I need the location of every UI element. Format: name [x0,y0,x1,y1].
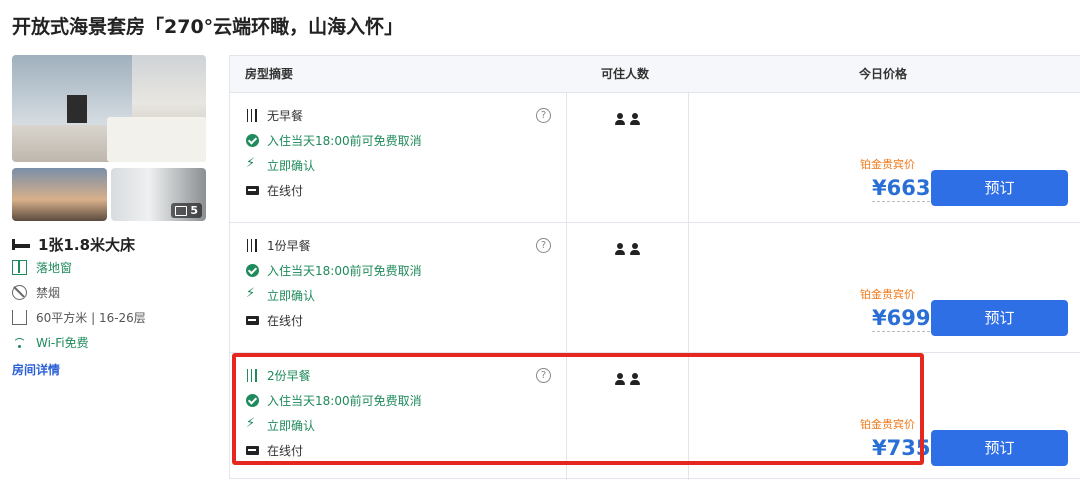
feature-wifi: Wi-Fi免费 [12,334,89,351]
selected-rate-highlight [232,353,924,465]
room-thumbnail-2[interactable]: 5 [111,168,206,221]
header-occupancy: 可住人数 [601,67,650,81]
occupancy-icons [615,243,640,255]
instant-confirm: 立即确认 [246,156,316,174]
cancel-label: 入住当天18:00前可免费取消 [267,264,422,278]
area-icon [12,310,27,325]
payment-method: 在线付 [246,182,303,199]
card-icon [246,186,259,195]
table-header: 房型摘要 可住人数 今日价格 [230,56,1080,93]
meal-option: 1份早餐 [246,237,311,254]
room-detail-link[interactable]: 房间详情 [12,361,60,378]
lightning-icon [246,156,259,172]
help-icon[interactable]: ? [536,238,551,253]
person-icon [630,243,640,255]
price[interactable]: ¥663 [872,176,931,202]
meal-label: 1份早餐 [267,239,311,253]
book-button[interactable]: 预订 [931,430,1068,466]
photo-count: 5 [190,204,198,217]
person-icon [615,243,625,255]
photo-count-badge: 5 [171,203,202,218]
confirm-label: 立即确认 [267,159,316,173]
utensils-icon [246,239,259,252]
instant-confirm: 立即确认 [246,286,316,304]
price[interactable]: ¥699 [872,306,931,332]
book-button[interactable]: 预订 [931,300,1068,336]
help-icon[interactable]: ? [536,108,551,123]
check-icon [246,264,259,277]
feature-label: 60平方米 | 16-26层 [36,311,146,325]
feature-label: 禁烟 [36,286,61,300]
feature-label: Wi-Fi免费 [36,336,89,350]
person-icon [615,113,625,125]
bed-type-label: 1张1.8米大床 [38,236,136,254]
feature-area: 60平方米 | 16-26层 [12,309,146,326]
window-icon [12,260,27,275]
wifi-icon [12,335,27,350]
utensils-icon [246,109,259,122]
meal-label: 无早餐 [267,109,304,123]
lightning-icon [246,286,259,302]
payment-label: 在线付 [267,184,304,198]
check-icon [246,134,259,147]
cancel-label: 入住当天18:00前可免费取消 [267,134,422,148]
platinum-vip-badge: 铂金贵宾价 [860,158,915,171]
meal-option: 无早餐 [246,107,303,124]
cancel-policy: 入住当天18:00前可免费取消 [246,132,422,149]
room-main-photo[interactable] [12,55,206,162]
bed-icon [12,239,30,250]
person-icon [630,113,640,125]
page-title: 开放式海景套房「270°云端环瞰，山海入怀」 [12,16,404,38]
payment-label: 在线付 [267,314,304,328]
header-summary: 房型摘要 [245,67,294,81]
header-price: 今日价格 [859,67,908,81]
book-button[interactable]: 预订 [931,170,1068,206]
bed-type: 1张1.8米大床 [12,234,135,255]
confirm-label: 立即确认 [267,289,316,303]
table-row: 1份早餐 ? 入住当天18:00前可免费取消 立即确认 在线付 铂金贵宾价 ¥6… [230,222,1080,353]
payment-method: 在线付 [246,312,303,329]
occupancy-icons [615,113,640,125]
cancel-policy: 入住当天18:00前可免费取消 [246,262,422,279]
card-icon [246,316,259,325]
feature-no-smoking: 禁烟 [12,284,60,301]
feature-window: 落地窗 [12,259,72,276]
feature-label: 落地窗 [36,261,73,275]
no-smoking-icon [12,285,27,300]
room-thumbnail-1[interactable] [12,168,107,221]
table-row: 无早餐 ? 入住当天18:00前可免费取消 立即确认 在线付 铂金贵宾价 ¥66… [230,92,1080,223]
platinum-vip-badge: 铂金贵宾价 [860,288,915,301]
image-icon [175,205,188,216]
